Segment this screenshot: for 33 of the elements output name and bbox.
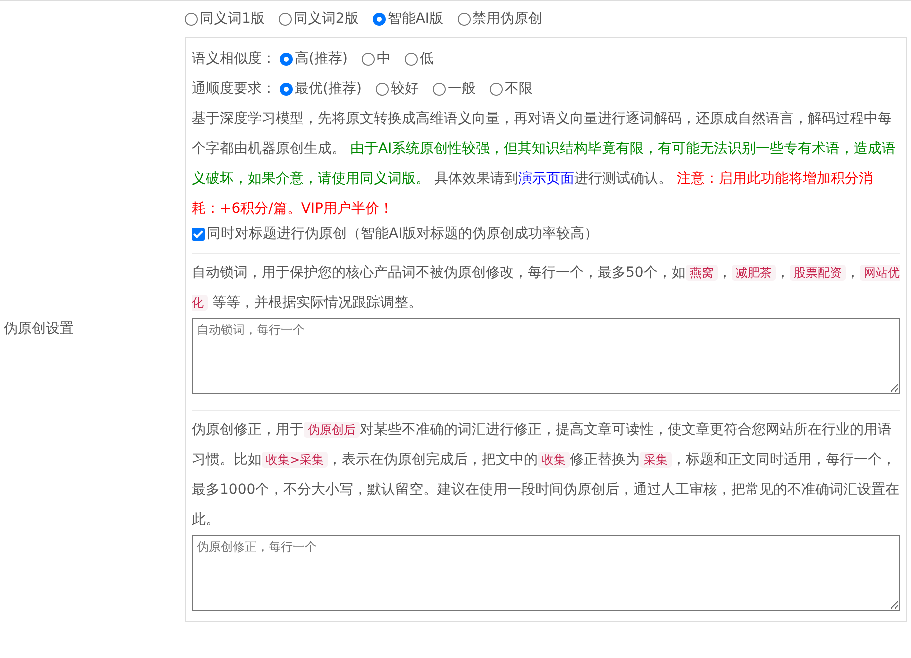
radio-button[interactable]: [280, 52, 293, 66]
radio-button[interactable]: [490, 82, 503, 96]
radio-button[interactable]: [458, 13, 471, 26]
radio-button[interactable]: [278, 13, 292, 26]
correction-description: 伪原创修正，用于 伪原创后 对某些不准确的词汇进行修正，提高文章可读性，使文章更符合您网站所在行业的用语习惯。比如 收集>采集 ，表示在伪原创完成后，把文中的 收集 修正替换为 采集 ，标题和正文同时适用，每行一个，最多1000个，不分大小写，默认留空。建议在使用一段时间伪原创后，通过人工审核，把常见的不准确词汇设置在此。: [192, 421, 900, 530]
option-label: 语义相似度：: [192, 50, 276, 69]
radio-button[interactable]: [432, 82, 446, 96]
radio-button[interactable]: [362, 52, 375, 66]
radio-label: 同义词1版: [200, 10, 265, 29]
radio-label: 同义词2版: [294, 10, 359, 29]
correction-field[interactable]: 伪原创修正，每行一个: [192, 535, 900, 611]
description-text: 基于深度学习模型，先将原文转换成高维语义向量，再对语义向量进行逐词解码，还原成自然语言，解码过程中每个字都由机器原创生成。 由于AI系统原创性较强，但其知识结构毕竟有限，有可能无法识别一些专有术语，造成语义破坏，如果介意，请使用同义词版。 具体效果请到演示页面进行测试确认。 注意：启用此功能将增加积分消耗：+6积分/篇。VIP用户半价！: [192, 110, 898, 219]
radio-label: 智能AI版: [388, 10, 444, 29]
radio-button[interactable]: [404, 52, 418, 66]
radio-button[interactable]: [185, 13, 198, 26]
radio-label: 中: [376, 50, 391, 69]
radio-label: 不限: [504, 80, 533, 99]
radio-label: 最优(推荐): [295, 80, 362, 99]
checkbox-label: 同时对标题进行伪原创（智能AI版对标题的伪原创成功率较高）: [207, 225, 599, 244]
demo-page-link[interactable]: 演示页面: [518, 171, 574, 187]
radio-label: 高(推荐): [295, 50, 348, 69]
checkbox[interactable]: [192, 228, 205, 241]
radio-label: 一般: [448, 80, 476, 99]
lock-words-description: 自动锁词，用于保护您的核心产品词不被伪原创修改，每行一个，最多50个，如 燕窝 ， 减肥茶 ， 股票配资 ， 网站优化 等等，并根据实际情况跟踪调整。: [192, 264, 900, 313]
radio-button[interactable]: [280, 82, 293, 96]
radio-label: 低: [420, 50, 434, 69]
option-label: 通顺度要求：: [192, 80, 276, 99]
section-label: 伪原创设置: [4, 320, 74, 339]
radio-label: 较好: [390, 80, 419, 99]
radio-button[interactable]: [372, 13, 386, 26]
radio-button[interactable]: [376, 82, 389, 96]
lock-words-field[interactable]: 自动锁词，每行一个: [192, 318, 900, 394]
radio-label: 禁用伪原创: [472, 10, 543, 29]
